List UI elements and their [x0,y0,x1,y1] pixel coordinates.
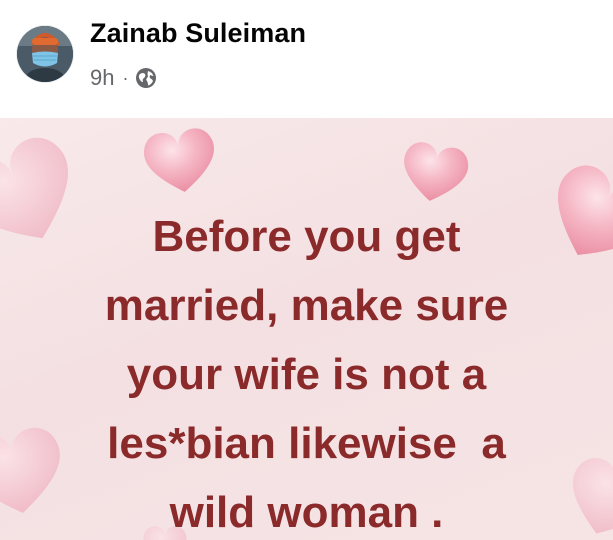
quote-line: les*bian likewise a [107,419,506,468]
quote-line: your wife is not a [126,350,487,399]
post-time[interactable]: 9h [90,65,114,91]
post-meta: 9h · [90,63,157,93]
quote-line: wild woman . [169,488,444,537]
meta-separator: · [122,67,129,88]
post-header: Zainab Suleiman 9h · [0,0,613,118]
quote-line: married, make sure [104,281,509,330]
author-name[interactable]: Zainab Suleiman [90,18,306,49]
post-image[interactable]: Before you get married, make sure your w… [0,118,613,540]
quote-line: Before you get [152,212,461,261]
quote-text: Before you get married, make sure your w… [0,202,613,540]
globe-icon[interactable] [135,67,157,89]
avatar-photo [17,26,73,82]
author-avatar[interactable] [17,26,73,82]
facebook-post: Zainab Suleiman 9h · Before you get marr… [0,0,613,540]
